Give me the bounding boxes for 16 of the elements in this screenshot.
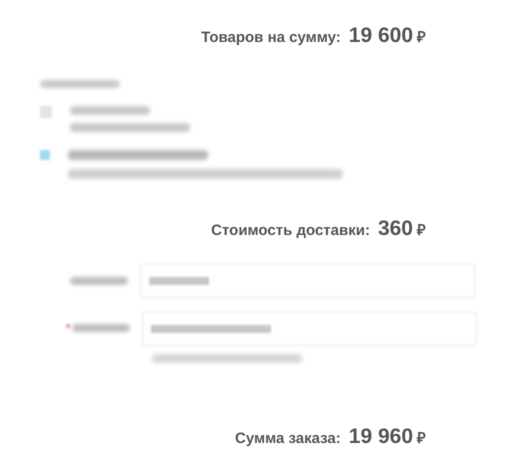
total-amount: 360: [378, 216, 413, 242]
total-label: Товаров на сумму:: [201, 28, 341, 48]
blurred-asterisk: [66, 324, 70, 328]
total-label: Стоимость доставки:: [211, 220, 370, 240]
total-label: Сумма заказа:: [235, 429, 341, 449]
currency-sign: ₽: [417, 220, 426, 240]
blurred-option-marker[interactable]: [40, 150, 50, 160]
total-amount: 19 600: [348, 23, 413, 49]
currency-sign: ₽: [417, 429, 426, 449]
blurred-input-field[interactable]: [142, 312, 477, 346]
blurred-text: [72, 324, 130, 332]
currency-sign: ₽: [417, 28, 426, 48]
blurred-text: [70, 277, 128, 285]
total-amount: 19 960: [348, 424, 413, 450]
blurred-input-field[interactable]: [140, 264, 475, 298]
blurred-option-marker[interactable]: [40, 106, 52, 118]
